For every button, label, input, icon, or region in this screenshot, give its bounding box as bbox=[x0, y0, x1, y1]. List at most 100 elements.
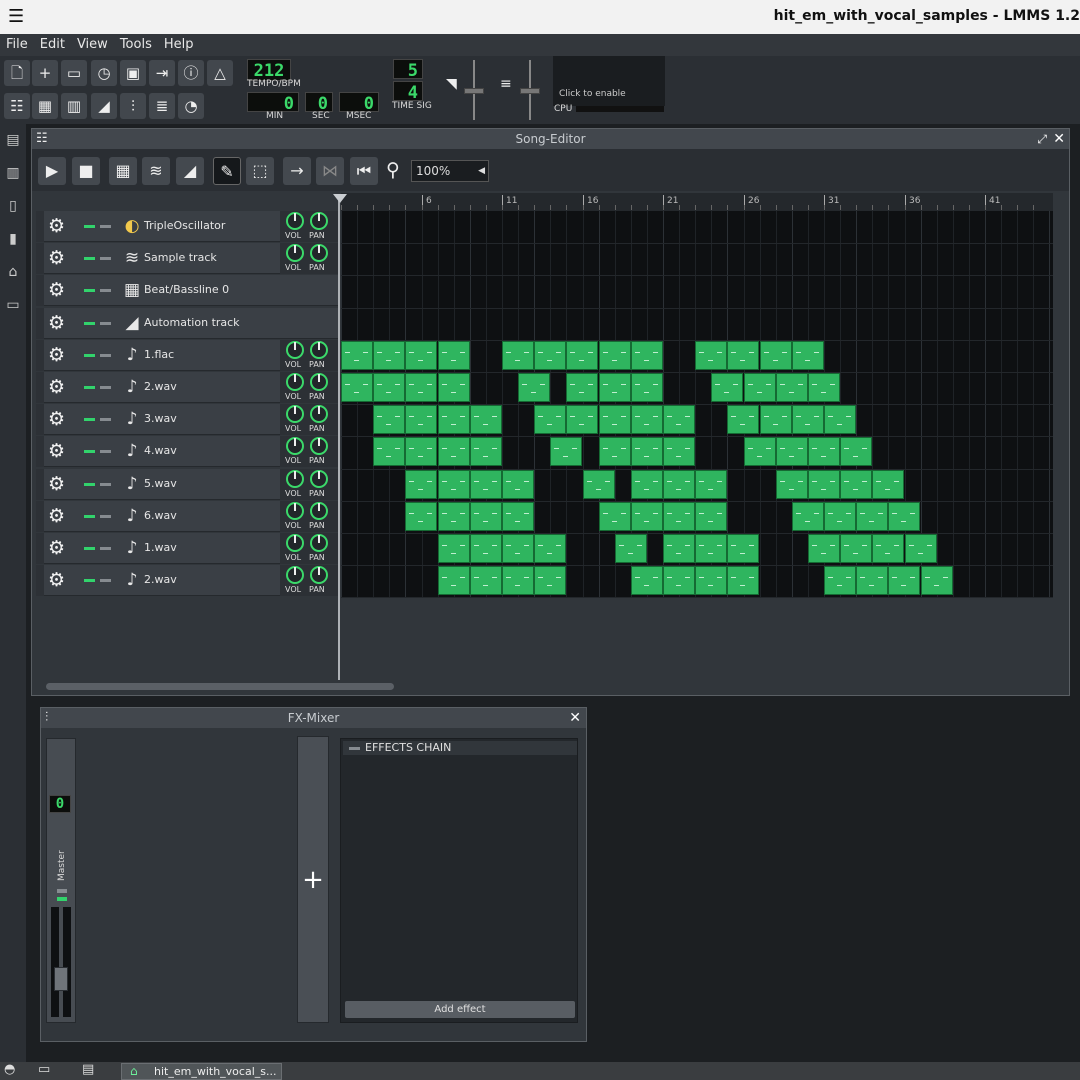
my-projects-icon[interactable]: ▥ bbox=[0, 157, 26, 190]
track-pan-knob[interactable] bbox=[310, 373, 328, 391]
track-settings-gear-icon[interactable]: ⚙ bbox=[48, 474, 65, 494]
fx-mixer-icon[interactable]: ⫶ bbox=[120, 93, 146, 119]
notes-icon[interactable]: ▤ bbox=[82, 1062, 94, 1077]
beat-bassline-editor-icon[interactable]: ▦ bbox=[32, 93, 58, 119]
sample-clip[interactable] bbox=[405, 341, 437, 370]
track-row[interactable]: ⚙ ♪ 4.wav VOL PAN bbox=[36, 436, 338, 467]
sample-clip[interactable] bbox=[760, 405, 792, 434]
sample-clip[interactable] bbox=[470, 566, 502, 595]
sample-clip[interactable] bbox=[824, 405, 856, 434]
sample-clip[interactable] bbox=[905, 534, 937, 563]
sample-clip[interactable] bbox=[438, 534, 470, 563]
sample-clip[interactable] bbox=[631, 502, 663, 531]
track-settings-gear-icon[interactable]: ⚙ bbox=[48, 313, 65, 333]
track-grip[interactable] bbox=[36, 565, 44, 596]
sample-clip[interactable] bbox=[808, 470, 840, 499]
master-mute[interactable] bbox=[57, 889, 67, 893]
sample-clip[interactable] bbox=[438, 437, 470, 466]
sample-clip[interactable] bbox=[438, 373, 470, 402]
file-manager-icon[interactable]: ▭ bbox=[38, 1062, 50, 1077]
sample-clip[interactable] bbox=[663, 502, 695, 531]
track-pan-knob[interactable] bbox=[310, 566, 328, 584]
draw-mode-icon[interactable]: ✎ bbox=[213, 157, 241, 185]
sample-clip[interactable] bbox=[695, 566, 727, 595]
menu-file[interactable]: File bbox=[6, 34, 28, 56]
track-row[interactable]: ⚙ ◢ Automation track bbox=[36, 308, 338, 339]
sample-clip[interactable] bbox=[405, 437, 437, 466]
track-row[interactable]: ⚙ ≋ Sample track VOL PAN bbox=[36, 243, 338, 274]
metronome-icon[interactable]: △ bbox=[207, 60, 233, 86]
fx-close-icon[interactable]: ✕ bbox=[569, 708, 581, 728]
menu-help[interactable]: Help bbox=[164, 34, 194, 56]
sample-clip[interactable] bbox=[566, 341, 598, 370]
track-pan-knob[interactable] bbox=[310, 534, 328, 552]
track-mute-button[interactable] bbox=[84, 547, 95, 550]
track-mute-button[interactable] bbox=[84, 418, 95, 421]
track-name[interactable]: 2.wav bbox=[144, 380, 177, 393]
sample-clip[interactable] bbox=[534, 341, 566, 370]
track-grip[interactable] bbox=[36, 404, 44, 435]
sample-clip[interactable] bbox=[502, 502, 534, 531]
track-settings-gear-icon[interactable]: ⚙ bbox=[48, 377, 65, 397]
piano-roll-icon[interactable]: ▥ bbox=[61, 93, 87, 119]
zoom-select[interactable]: 100% ◀ bbox=[411, 160, 489, 182]
menu-view[interactable]: View bbox=[77, 34, 108, 56]
playhead-handle-icon[interactable] bbox=[333, 194, 347, 203]
track-solo-button[interactable] bbox=[100, 225, 111, 228]
sample-clip[interactable] bbox=[373, 373, 405, 402]
sample-clip[interactable] bbox=[888, 502, 920, 531]
sample-clip[interactable] bbox=[727, 566, 759, 595]
track-solo-button[interactable] bbox=[100, 354, 111, 357]
edit-mode-icon[interactable]: ⬚ bbox=[246, 157, 274, 185]
add-sample-track-icon[interactable]: ≋ bbox=[142, 157, 170, 185]
track-settings-gear-icon[interactable]: ⚙ bbox=[48, 216, 65, 236]
track-grip[interactable] bbox=[36, 243, 44, 274]
sample-clip[interactable] bbox=[695, 534, 727, 563]
track-settings-gear-icon[interactable]: ⚙ bbox=[48, 538, 65, 558]
info-icon[interactable]: ⓘ bbox=[178, 60, 204, 86]
track-grip[interactable] bbox=[36, 340, 44, 371]
sample-clip[interactable] bbox=[663, 470, 695, 499]
sample-clip[interactable] bbox=[583, 470, 615, 499]
track-mute-button[interactable] bbox=[84, 225, 95, 228]
sample-clip[interactable] bbox=[566, 405, 598, 434]
track-vol-knob[interactable] bbox=[286, 534, 304, 552]
track-name[interactable]: 2.wav bbox=[144, 573, 177, 586]
track-settings-gear-icon[interactable]: ⚙ bbox=[48, 280, 65, 300]
tempo-display[interactable]: 212 bbox=[247, 59, 291, 81]
sample-clip[interactable] bbox=[438, 566, 470, 595]
track-solo-button[interactable] bbox=[100, 257, 111, 260]
sample-clip[interactable] bbox=[792, 405, 824, 434]
track-solo-button[interactable] bbox=[100, 515, 111, 518]
sample-clip[interactable] bbox=[470, 437, 502, 466]
add-effect-button[interactable]: Add effect bbox=[345, 1001, 575, 1018]
sample-clip[interactable] bbox=[808, 373, 840, 402]
sample-clip[interactable] bbox=[695, 470, 727, 499]
sample-clip[interactable] bbox=[502, 534, 534, 563]
sample-clip[interactable] bbox=[599, 405, 631, 434]
track-vol-knob[interactable] bbox=[286, 502, 304, 520]
sample-clip[interactable] bbox=[872, 470, 904, 499]
sample-clip[interactable] bbox=[663, 405, 695, 434]
sample-clip[interactable] bbox=[373, 405, 405, 434]
sample-clip[interactable] bbox=[341, 341, 373, 370]
track-pan-knob[interactable] bbox=[310, 437, 328, 455]
add-fx-channel-button[interactable]: + bbox=[297, 736, 329, 1023]
track-pan-knob[interactable] bbox=[310, 244, 328, 262]
sample-clip[interactable] bbox=[840, 470, 872, 499]
sample-clip[interactable] bbox=[599, 373, 631, 402]
stop-icon[interactable]: ■ bbox=[72, 157, 100, 185]
my-presets-icon[interactable]: ▮ bbox=[0, 223, 26, 256]
track-solo-button[interactable] bbox=[100, 483, 111, 486]
sample-clip[interactable] bbox=[792, 341, 824, 370]
track-row[interactable]: ⚙ ♪ 5.wav VOL PAN bbox=[36, 469, 338, 500]
sample-clip[interactable] bbox=[663, 437, 695, 466]
track-grip[interactable] bbox=[36, 211, 44, 242]
track-vol-knob[interactable] bbox=[286, 244, 304, 262]
track-vol-knob[interactable] bbox=[286, 373, 304, 391]
export-project-icon[interactable]: ⇥ bbox=[149, 60, 175, 86]
sample-clip[interactable] bbox=[631, 341, 663, 370]
track-settings-gear-icon[interactable]: ⚙ bbox=[48, 506, 65, 526]
track-name[interactable]: Automation track bbox=[144, 316, 240, 329]
track-name[interactable]: 6.wav bbox=[144, 509, 177, 522]
